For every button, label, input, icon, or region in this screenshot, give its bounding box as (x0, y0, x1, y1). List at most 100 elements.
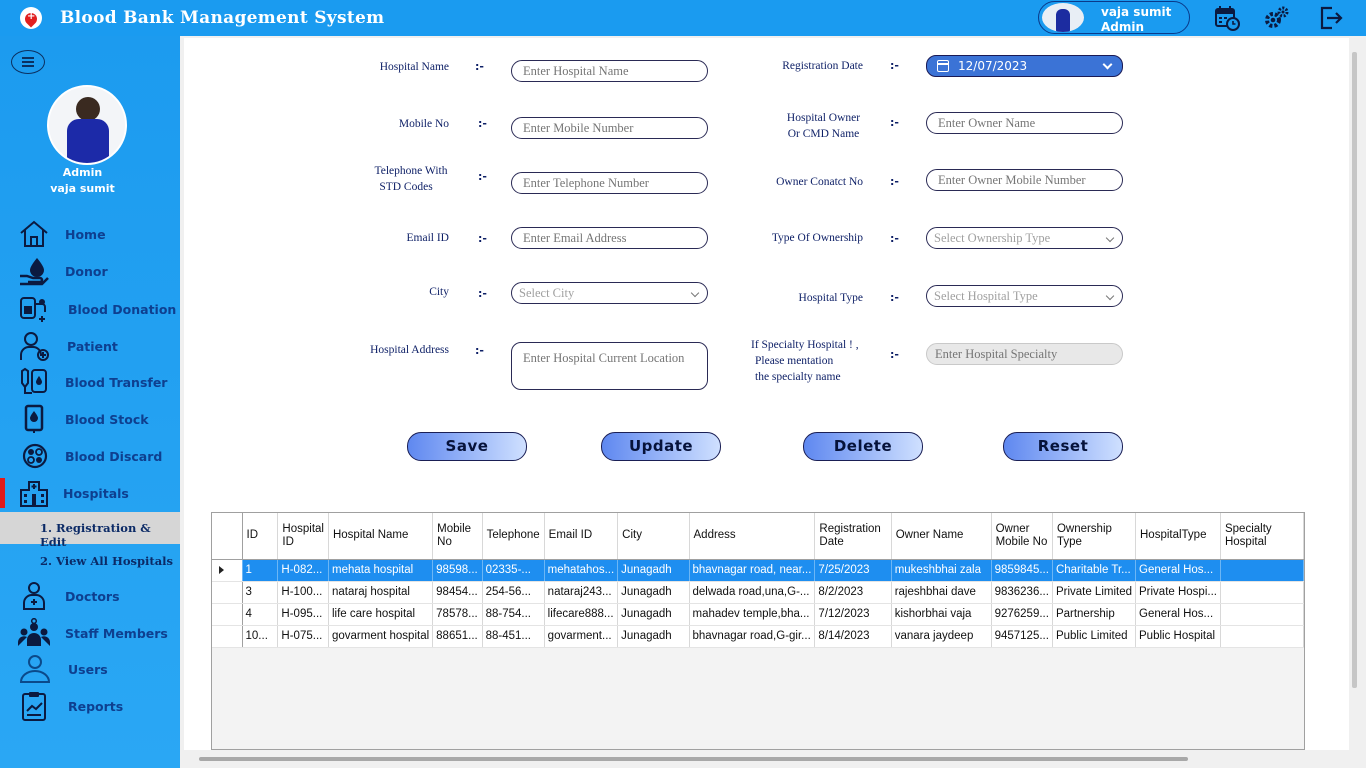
calendar-clock-icon[interactable] (1214, 5, 1240, 31)
column-header[interactable]: Telephone (482, 513, 545, 560)
subnav-registration-edit[interactable]: 1. Registration & Edit (0, 512, 180, 549)
subnav-view-all-hospitals[interactable]: 2. View All Hospitals (0, 545, 180, 577)
table-cell[interactable]: 4 (242, 603, 279, 626)
table-cell[interactable]: H-095... (277, 603, 329, 626)
table-cell[interactable]: nataraj243... (544, 581, 619, 604)
column-header[interactable]: Owner Name (891, 513, 992, 560)
column-header[interactable]: Hospital ID (277, 513, 329, 560)
update-button[interactable]: Update (601, 432, 721, 461)
table-cell[interactable]: 9859845... (991, 559, 1053, 582)
menu-toggle-button[interactable] (11, 50, 45, 74)
table-cell[interactable]: mahadev temple,bha... (689, 603, 816, 626)
table-cell[interactable] (1220, 581, 1305, 604)
table-cell[interactable]: General Hos... (1135, 603, 1221, 626)
table-cell[interactable]: Junagadh (617, 625, 690, 648)
table-cell[interactable]: 88651... (432, 625, 483, 648)
column-header[interactable]: Email ID (544, 513, 619, 560)
table-cell[interactable]: Public Limited (1052, 625, 1137, 648)
table-cell[interactable] (1220, 603, 1305, 626)
table-cell[interactable]: H-075... (277, 625, 329, 648)
nav-home[interactable]: Home (0, 217, 180, 251)
table-cell[interactable]: 02335-... (482, 559, 545, 582)
table-row[interactable]: 4 H-095... life care hospital 78578... 88-75… (212, 603, 1305, 626)
table-cell[interactable]: 78578... (432, 603, 483, 626)
table-cell[interactable]: Charitable Tr... (1052, 559, 1137, 582)
hospitals-data-grid[interactable]: ID Hospital ID Hospital Name Mobile No Telep… (211, 512, 1305, 750)
table-cell[interactable]: 10... (242, 625, 279, 648)
table-cell[interactable]: mukeshbhai zala (891, 559, 992, 582)
column-header[interactable]: Registration Date (814, 513, 892, 560)
horizontal-scrollbar[interactable] (199, 757, 1188, 761)
row-header[interactable] (212, 625, 243, 648)
table-cell[interactable]: 9276259... (991, 603, 1053, 626)
nav-blood-transfer[interactable]: Blood Transfer (0, 365, 180, 399)
column-header[interactable]: Address (689, 513, 816, 560)
table-cell[interactable]: 1 (242, 559, 279, 582)
table-cell[interactable]: Private Limited (1052, 581, 1137, 604)
row-header[interactable] (212, 581, 243, 604)
table-cell[interactable]: vanara jaydeep (891, 625, 992, 648)
nav-doctors[interactable]: Doctors (0, 579, 180, 613)
email-input[interactable] (511, 227, 708, 249)
table-cell[interactable]: mehatahos... (544, 559, 619, 582)
table-cell[interactable]: 98454... (432, 581, 483, 604)
table-cell[interactable]: mehata hospital (328, 559, 434, 582)
table-row[interactable]: 3 H-100... nataraj hospital 98454... 254-56.… (212, 581, 1305, 604)
owner-contact-input[interactable] (926, 169, 1123, 191)
table-cell[interactable]: 3 (242, 581, 279, 604)
row-header[interactable] (212, 603, 243, 626)
table-cell[interactable]: Junagadh (617, 559, 690, 582)
table-row[interactable]: 1 H-082... mehata hospital 98598... 02335-..… (212, 559, 1305, 582)
table-cell[interactable] (1220, 559, 1305, 582)
vertical-scrollbar[interactable] (1352, 52, 1357, 688)
settings-gear-icon[interactable] (1264, 5, 1290, 31)
table-cell[interactable]: govarment hospital (328, 625, 434, 648)
table-cell[interactable]: bhavnagar road, near... (689, 559, 816, 582)
column-header[interactable]: Hospital Name (328, 513, 434, 560)
nav-blood-discard[interactable]: Blood Discard (0, 439, 180, 473)
table-cell[interactable]: 7/12/2023 (814, 603, 892, 626)
table-cell[interactable]: 8/14/2023 (814, 625, 892, 648)
nav-reports[interactable]: Reports (0, 689, 180, 723)
table-cell[interactable]: govarment... (544, 625, 619, 648)
table-cell[interactable]: 9836236... (991, 581, 1053, 604)
table-cell[interactable]: H-082... (277, 559, 329, 582)
nav-blood-stock[interactable]: Blood Stock (0, 402, 180, 436)
table-cell[interactable]: 7/25/2023 (814, 559, 892, 582)
telephone-input[interactable] (511, 172, 708, 194)
reset-button[interactable]: Reset (1003, 432, 1123, 461)
nav-users[interactable]: Users (0, 652, 180, 686)
table-cell[interactable]: nataraj hospital (328, 581, 434, 604)
ownership-type-select[interactable]: Select Ownership Type (926, 227, 1123, 249)
mobile-no-input[interactable] (511, 117, 708, 139)
hospital-name-input[interactable] (511, 60, 708, 82)
table-cell[interactable]: bhavnagar road,G-gir... (689, 625, 816, 648)
column-header[interactable]: Ownership Type (1052, 513, 1137, 560)
table-cell[interactable]: General Hos... (1135, 559, 1221, 582)
table-cell[interactable]: Private Hospi... (1135, 581, 1221, 604)
table-cell[interactable]: Partnership (1052, 603, 1137, 626)
column-header[interactable]: HospitalType (1135, 513, 1221, 560)
table-cell[interactable]: rajeshbhai dave (891, 581, 992, 604)
nav-blood-donation[interactable]: Blood Donation (0, 292, 180, 326)
column-header[interactable]: City (617, 513, 690, 560)
logout-icon[interactable] (1318, 5, 1344, 31)
user-profile-pill[interactable]: vaja sumit Admin (1038, 1, 1190, 34)
table-cell[interactable] (1220, 625, 1305, 648)
column-header[interactable]: Owner Mobile No (991, 513, 1053, 560)
registration-date-picker[interactable]: 12/07/2023 (926, 55, 1123, 77)
table-cell[interactable]: 98598... (432, 559, 483, 582)
table-cell[interactable]: kishorbhai vaja (891, 603, 992, 626)
save-button[interactable]: Save (407, 432, 527, 461)
nav-staff-members[interactable]: Staff Members (0, 616, 180, 650)
hospital-type-select[interactable]: Select Hospital Type (926, 285, 1123, 307)
table-cell[interactable]: 88-451... (482, 625, 545, 648)
table-cell[interactable]: Junagadh (617, 603, 690, 626)
table-cell[interactable]: 8/2/2023 (814, 581, 892, 604)
table-cell[interactable]: Junagadh (617, 581, 690, 604)
nav-donor[interactable]: Donor (0, 254, 180, 288)
table-cell[interactable]: 254-56... (482, 581, 545, 604)
delete-button[interactable]: Delete (803, 432, 923, 461)
table-row[interactable]: 10... H-075... govarment hospital 88651... 8… (212, 625, 1305, 648)
column-header[interactable]: Mobile No (432, 513, 483, 560)
